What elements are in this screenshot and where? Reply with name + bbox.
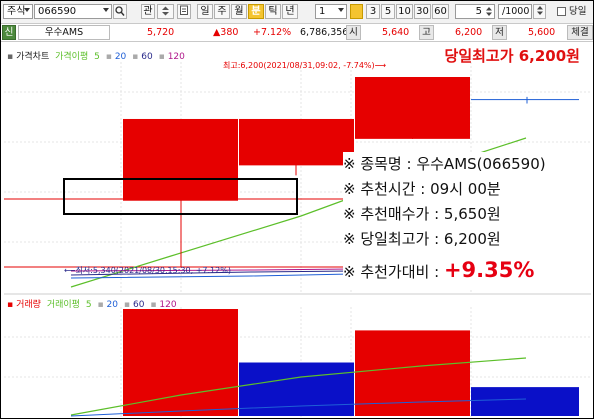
count-value: 1000	[505, 6, 530, 17]
interval-10[interactable]: 10	[396, 4, 413, 19]
search-button[interactable]	[113, 4, 127, 19]
volume-bar	[123, 309, 238, 416]
candle-body	[123, 118, 238, 201]
new-badge: 신	[2, 25, 16, 40]
interval-select[interactable]: 1	[315, 4, 347, 19]
period-day[interactable]: 일	[197, 4, 213, 19]
interest-button[interactable]: 관	[141, 4, 155, 19]
overlay-title: 당일최고가 6,200원	[444, 47, 580, 65]
info-recommend-time: ※ 추천시간 : 09시 00분	[343, 180, 501, 198]
stepper-icon	[486, 7, 492, 16]
info-day-high: ※ 당일최고가 : 6,200원	[343, 230, 501, 248]
market-select[interactable]: 주식	[3, 4, 33, 19]
high-annotation: 최고:6,200(2021/08/31,09:02, -7.74%)⟶	[223, 60, 387, 70]
info-ratio-value: +9.35%	[443, 258, 535, 282]
stepper-icon	[536, 6, 543, 15]
chevron-down-icon	[103, 8, 109, 12]
compare-value: 5	[475, 6, 482, 17]
volume-bars	[123, 309, 579, 416]
period-minute[interactable]: 분	[248, 4, 264, 19]
interval-60[interactable]: 60	[432, 4, 449, 19]
period-month[interactable]: 월	[231, 4, 247, 19]
candle-body	[355, 77, 470, 139]
candle-body	[239, 118, 354, 166]
volume-bar	[471, 387, 579, 416]
chart-window: 주식 066590 관 일 주 월 분 틱 년 1 3 5 10 30 60 5…	[0, 0, 594, 419]
toolbar: 주식 066590 관 일 주 월 분 틱 년 1 3 5 10 30 60 5…	[1, 1, 593, 24]
list-button[interactable]	[177, 4, 191, 19]
open-label: 시	[346, 25, 361, 40]
today-label: 당일	[569, 6, 587, 17]
period-tick[interactable]: 틱	[265, 4, 281, 19]
stock-code-input[interactable]: 066590	[34, 4, 112, 19]
search-icon	[115, 6, 125, 16]
interval-active-button[interactable]	[350, 4, 363, 19]
low-price: 5,600	[528, 27, 556, 38]
high-price: 6,200	[455, 27, 483, 38]
info-stock-name: ※ 종목명 : 우수AMS(066590)	[343, 155, 546, 173]
today-checkbox[interactable]	[557, 7, 566, 16]
low-annotation: ⟵최저:5,340(2021/08/30,15:30, +7.12%)	[64, 265, 231, 275]
interval-5[interactable]: 5	[381, 4, 395, 19]
interval-3[interactable]: 3	[366, 4, 380, 19]
high-label: 고	[419, 25, 434, 40]
list-icon	[180, 5, 188, 15]
stock-name-field: 우수AMS	[18, 25, 110, 40]
info-recommend-price: ※ 추천매수가 : 5,650원	[343, 205, 501, 223]
compare-stepper[interactable]: 5	[455, 4, 495, 19]
stock-code-value: 066590	[38, 6, 77, 17]
info-ratio: ※ 추천가대비 : +9.35%	[343, 252, 593, 288]
volume-value: 6,786,356	[300, 27, 349, 38]
interval-30[interactable]: 30	[414, 4, 431, 19]
chevron-down-icon	[24, 8, 30, 12]
spin-updown-icon	[162, 6, 169, 16]
interval-value: 1	[319, 6, 326, 17]
open-price: 5,640	[382, 27, 410, 38]
price-change: ▲380	[213, 27, 239, 38]
count-spin-button[interactable]	[533, 4, 546, 19]
quote-bar: 신 우수AMS 5,720 ▲380 +7.12% 6,786,356 시 5,…	[1, 24, 593, 42]
price-change-pct: +7.12%	[253, 27, 292, 38]
market-value: 주식	[7, 6, 26, 17]
trade-label: 체결	[567, 25, 593, 40]
count-input[interactable]: /1000	[498, 4, 532, 19]
info-ratio-label: ※ 추천가대비 :	[343, 263, 444, 281]
candle-body	[471, 99, 579, 101]
volume-chart[interactable]	[1, 293, 594, 419]
current-price: 5,720	[147, 27, 175, 38]
period-year[interactable]: 년	[282, 4, 298, 19]
spin-button[interactable]	[157, 4, 174, 19]
chevron-down-icon	[338, 8, 344, 12]
low-label: 저	[492, 25, 507, 40]
recommendation-info: ※ 종목명 : 우수AMS(066590) ※ 추천시간 : 09시 00분 ※…	[343, 152, 593, 288]
period-week[interactable]: 주	[214, 4, 230, 19]
